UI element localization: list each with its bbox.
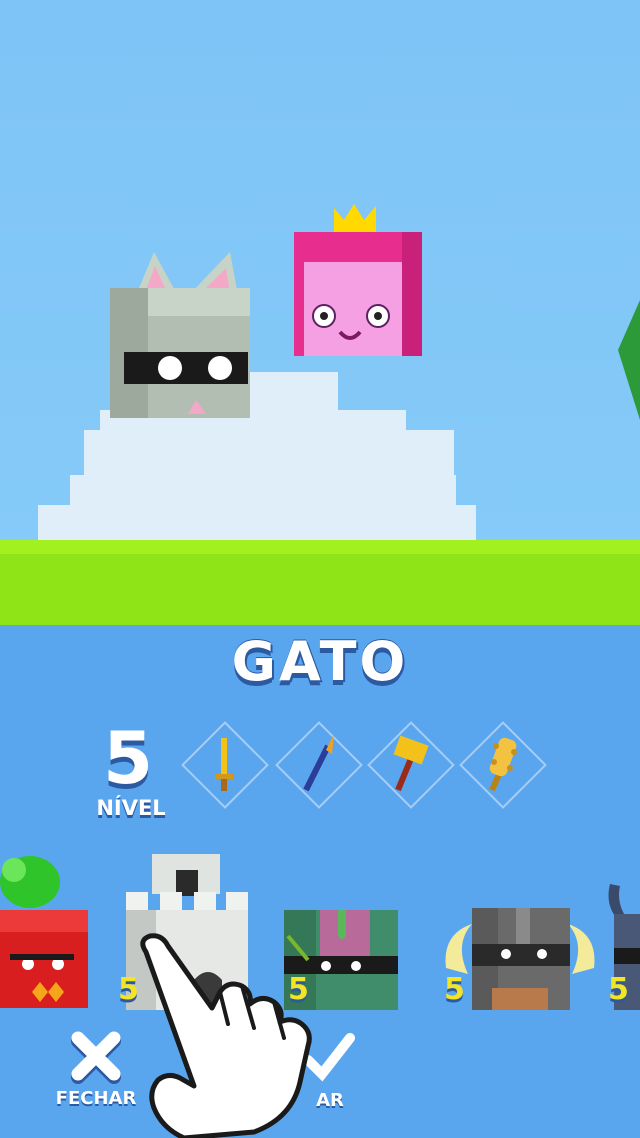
weapon-slot-hammer[interactable]	[367, 721, 455, 809]
level-label: NÍVEL	[96, 796, 166, 820]
cat-knight-character	[110, 252, 250, 418]
weapon-slot-spiked-club[interactable]	[459, 721, 547, 809]
spear-icon	[303, 734, 334, 792]
character-name: GATO	[231, 630, 409, 693]
carousel-level-badge: 5	[444, 972, 465, 1007]
princess-character	[294, 204, 422, 356]
hammer-icon	[393, 735, 429, 792]
level-value: 5	[102, 716, 154, 800]
grass-highlight	[0, 540, 640, 554]
character-preview-scene	[0, 0, 640, 625]
carousel-item-red-radish[interactable]	[0, 852, 92, 1012]
carousel-level-badge: 5	[608, 972, 629, 1007]
tutorial-hand-pointer-icon	[140, 933, 312, 1138]
close-icon	[71, 1031, 121, 1084]
weapon-slot-spear[interactable]	[275, 721, 363, 809]
sword-icon	[215, 738, 233, 791]
weapon-slot-sword[interactable]	[181, 721, 269, 809]
spiked-club-icon	[489, 737, 517, 792]
tree-edge	[618, 300, 640, 420]
